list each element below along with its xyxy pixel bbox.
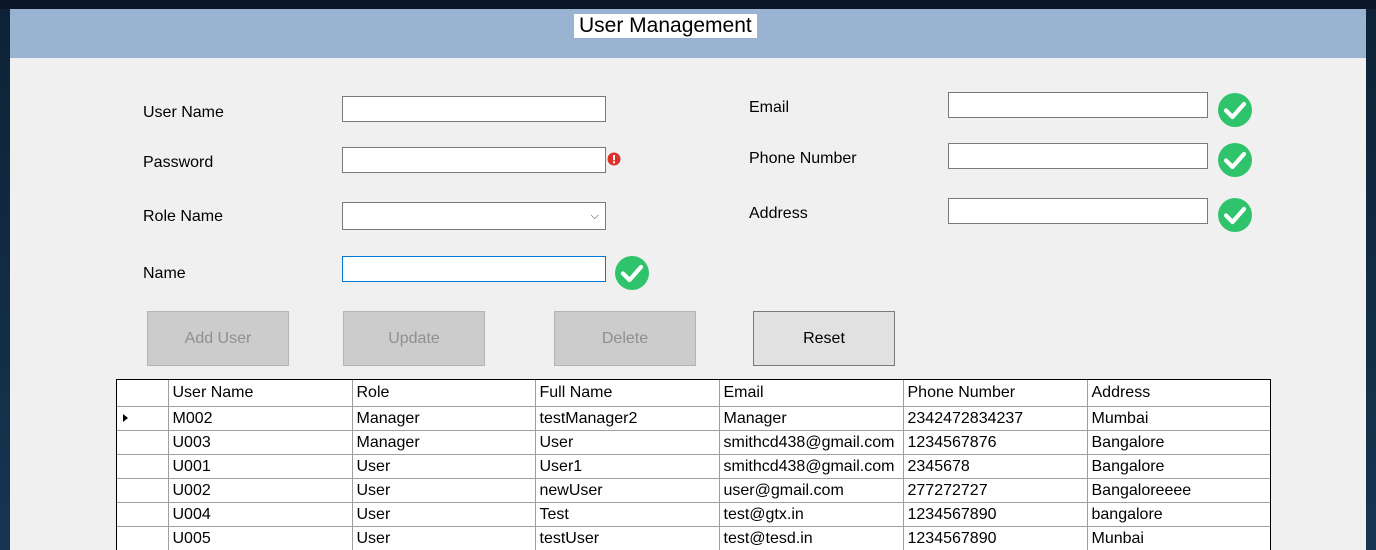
email-valid-check-icon: [1218, 93, 1252, 127]
cell-address[interactable]: Munbai: [1086, 526, 1270, 550]
add-user-button[interactable]: Add User: [147, 311, 289, 366]
current-row-arrow-icon: [123, 414, 128, 422]
users-grid[interactable]: User Name Role Full Name Email Phone Number A…: [116, 379, 1271, 550]
column-header-email[interactable]: Email: [718, 380, 904, 407]
cell-full-name[interactable]: testUser: [534, 526, 720, 550]
row-header[interactable]: [117, 502, 169, 527]
row-header[interactable]: [117, 454, 169, 479]
cell-user-name[interactable]: M002: [167, 406, 353, 431]
phone-number-input[interactable]: [948, 143, 1208, 169]
window-title: User Management: [574, 14, 757, 38]
column-header-role[interactable]: Role: [351, 380, 536, 407]
address-label: Address: [749, 205, 808, 222]
cell-full-name[interactable]: Test: [534, 502, 720, 527]
role-name-dropdown[interactable]: ⌵: [342, 202, 606, 230]
email-input[interactable]: [948, 92, 1208, 118]
cell-full-name[interactable]: testManager2: [534, 406, 720, 431]
column-header-address[interactable]: Address: [1086, 380, 1270, 407]
cell-user-name[interactable]: U004: [167, 502, 353, 527]
row-header[interactable]: [117, 430, 169, 455]
cell-phone-number[interactable]: 2342472834237: [902, 406, 1088, 431]
row-header[interactable]: [117, 478, 169, 503]
cell-email[interactable]: test@tesd.in: [718, 526, 904, 550]
table-row[interactable]: M002 Manager testManager2 Manager 2342472834…: [117, 406, 1270, 431]
column-header-user-name[interactable]: User Name: [167, 380, 353, 407]
username-label: User Name: [143, 104, 224, 121]
name-valid-check-icon: [615, 256, 649, 290]
password-input[interactable]: [342, 147, 606, 173]
cell-email[interactable]: Manager: [718, 406, 904, 431]
phone-valid-check-icon: [1218, 143, 1252, 177]
cell-address[interactable]: Bangalore: [1086, 454, 1270, 479]
cell-email[interactable]: smithcd438@gmail.com: [718, 454, 904, 479]
cell-role[interactable]: User: [351, 526, 536, 550]
name-input[interactable]: [342, 256, 606, 282]
role-name-label: Role Name: [143, 208, 224, 225]
cell-phone-number[interactable]: 1234567890: [902, 526, 1088, 550]
column-header-phone-number[interactable]: Phone Number: [902, 380, 1088, 407]
desktop-background-top: [0, 0, 1376, 9]
cell-role[interactable]: User: [351, 502, 536, 527]
row-header-corner: [117, 380, 169, 407]
column-header-full-name[interactable]: Full Name: [534, 380, 720, 407]
name-label: Name: [143, 265, 186, 282]
address-input[interactable]: [948, 198, 1208, 224]
username-input[interactable]: [342, 96, 606, 122]
update-button[interactable]: Update: [343, 311, 485, 366]
cell-role[interactable]: Manager: [351, 406, 536, 431]
user-management-window: User Management User Name Password Role …: [10, 9, 1366, 550]
cell-phone-number[interactable]: 277272727: [902, 478, 1088, 503]
password-label: Password: [143, 154, 214, 171]
table-row[interactable]: U003 Manager User smithcd438@gmail.com 12345…: [117, 430, 1270, 455]
chevron-down-icon: ⌵: [590, 209, 599, 222]
cell-role[interactable]: Manager: [351, 430, 536, 455]
grid-header-row: User Name Role Full Name Email Phone Number A…: [117, 380, 1270, 407]
table-row[interactable]: U002 User newUser user@gmail.com 277272727 Ba…: [117, 478, 1270, 503]
table-row[interactable]: U001 User User1 smithcd438@gmail.com 2345678…: [117, 454, 1270, 479]
cell-user-name[interactable]: U003: [167, 430, 353, 455]
cell-address[interactable]: Bangaloreeee: [1086, 478, 1270, 503]
desktop-background-left: [0, 9, 10, 550]
cell-role[interactable]: User: [351, 454, 536, 479]
title-bar: User Management: [10, 9, 1366, 58]
cell-email[interactable]: user@gmail.com: [718, 478, 904, 503]
desktop-background-right: [1366, 9, 1376, 550]
cell-address[interactable]: Mumbai: [1086, 406, 1270, 431]
table-row[interactable]: U004 User Test test@gtx.in 1234567890 bangalo…: [117, 502, 1270, 527]
cell-email[interactable]: smithcd438@gmail.com: [718, 430, 904, 455]
row-header[interactable]: [117, 406, 169, 431]
phone-number-label: Phone Number: [749, 150, 857, 167]
cell-full-name[interactable]: User: [534, 430, 720, 455]
table-row[interactable]: U005 User testUser test@tesd.in 1234567890 Mu…: [117, 526, 1270, 550]
cell-user-name[interactable]: U002: [167, 478, 353, 503]
cell-role[interactable]: User: [351, 478, 536, 503]
cell-phone-number[interactable]: 1234567890: [902, 502, 1088, 527]
cell-user-name[interactable]: U001: [167, 454, 353, 479]
cell-address[interactable]: bangalore: [1086, 502, 1270, 527]
cell-full-name[interactable]: User1: [534, 454, 720, 479]
password-error-icon: [607, 152, 621, 166]
address-valid-check-icon: [1218, 198, 1252, 232]
cell-phone-number[interactable]: 1234567876: [902, 430, 1088, 455]
grid-body: M002 Manager testManager2 Manager 2342472834…: [117, 406, 1270, 550]
email-label: Email: [749, 99, 790, 116]
reset-button[interactable]: Reset: [753, 311, 895, 366]
cell-full-name[interactable]: newUser: [534, 478, 720, 503]
delete-button[interactable]: Delete: [554, 311, 696, 366]
cell-user-name[interactable]: U005: [167, 526, 353, 550]
users-table: User Name Role Full Name Email Phone Number A…: [117, 380, 1270, 550]
cell-address[interactable]: Bangalore: [1086, 430, 1270, 455]
row-header[interactable]: [117, 526, 169, 550]
cell-phone-number[interactable]: 2345678: [902, 454, 1088, 479]
cell-email[interactable]: test@gtx.in: [718, 502, 904, 527]
